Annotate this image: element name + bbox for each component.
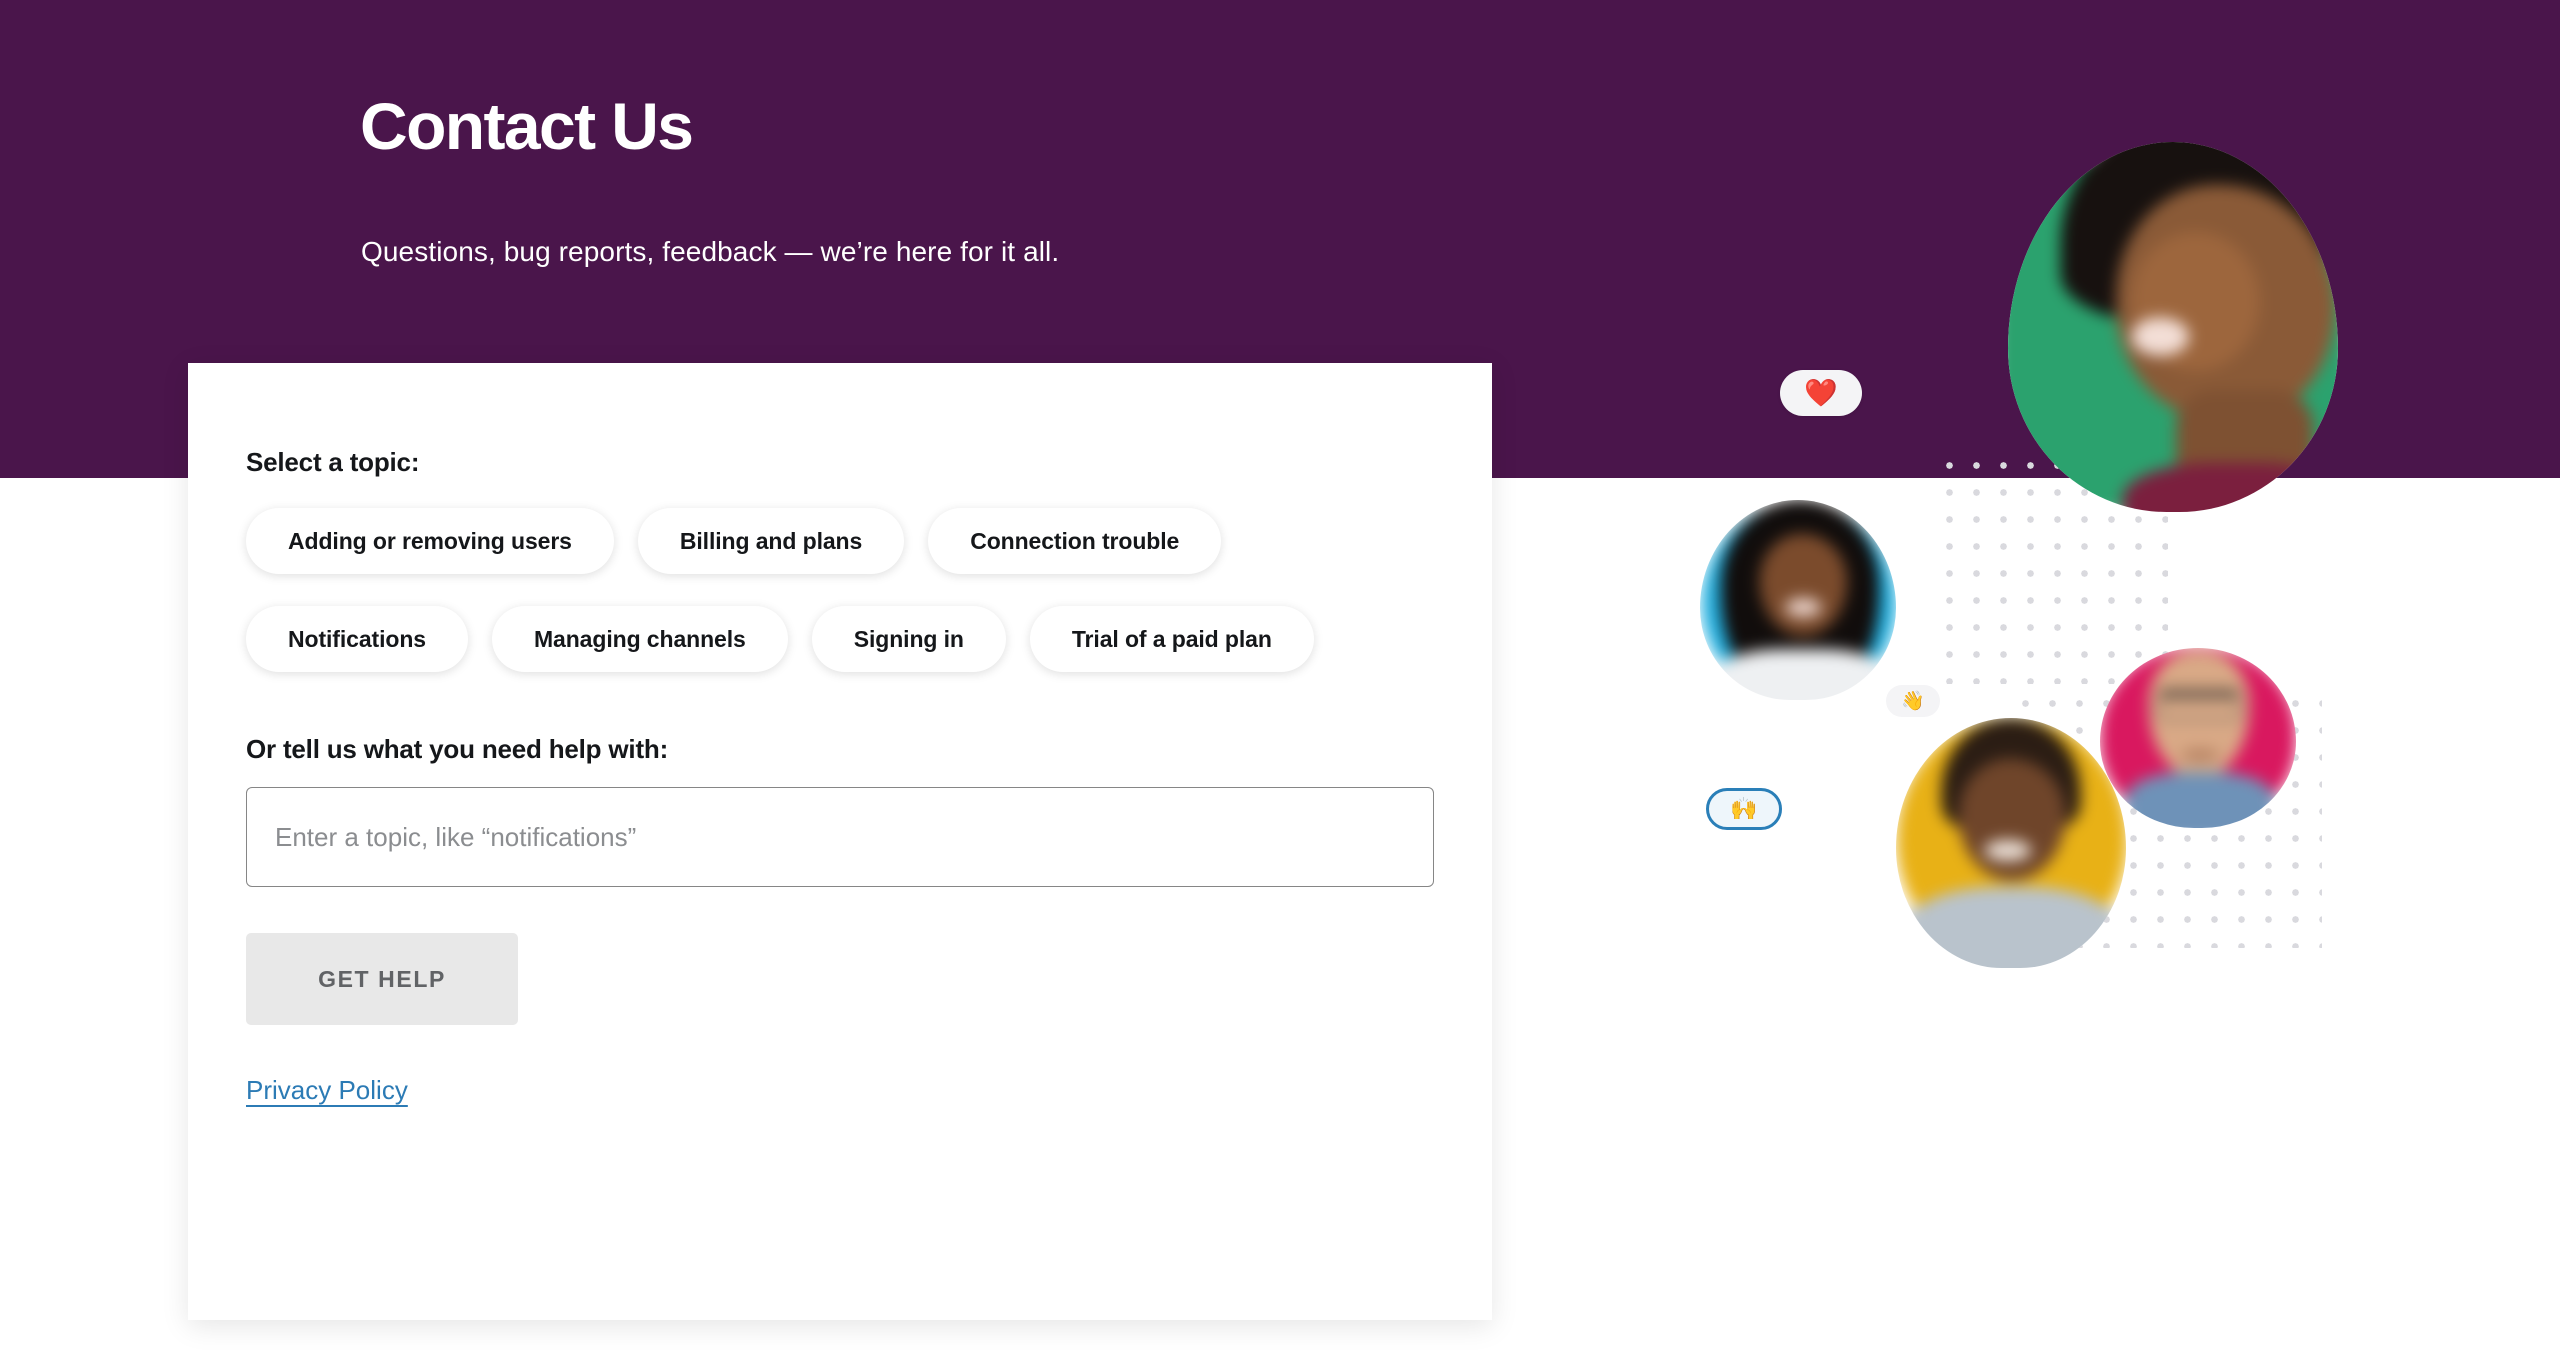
waving-hand-icon: 👋: [1901, 691, 1925, 712]
raising-hands-emoji-reaction: 🙌: [1706, 788, 1782, 830]
topic-search-input[interactable]: [246, 787, 1434, 887]
topic-chip-notifications[interactable]: Notifications: [246, 606, 468, 672]
free-text-label: Or tell us what you need help with:: [246, 734, 669, 764]
wave-emoji-reaction: 👋: [1886, 685, 1940, 717]
raising-hands-icon: 🙌: [1730, 796, 1758, 821]
select-topic-label: Select a topic:: [246, 447, 420, 477]
topic-chip-group: Adding or removing users Billing and pla…: [246, 508, 1406, 704]
avatar-yellow: [1896, 718, 2126, 968]
heart-icon: ❤️: [1804, 378, 1838, 408]
topic-chip-signing-in[interactable]: Signing in: [811, 606, 1006, 672]
avatar-green: [2008, 142, 2338, 512]
topic-chip-managing-channels[interactable]: Managing channels: [491, 606, 788, 672]
hero-illustration: ❤️ 👋 🙌: [1700, 0, 2560, 1010]
page-title: Contact Us: [360, 89, 694, 163]
topic-chip-adding-or-removing-users[interactable]: Adding or removing users: [246, 508, 614, 574]
get-help-button[interactable]: GET HELP: [246, 933, 518, 1025]
page-subtitle: Questions, bug reports, feedback — we’re…: [361, 236, 1060, 267]
topic-chip-billing-and-plans[interactable]: Billing and plans: [637, 508, 905, 574]
avatar-magenta: [2100, 648, 2296, 828]
contact-form-card: Select a topic: Adding or removing users…: [188, 363, 1492, 1320]
heart-emoji-reaction: ❤️: [1780, 370, 1862, 416]
topic-chip-trial-of-a-paid-plan[interactable]: Trial of a paid plan: [1029, 606, 1314, 672]
contact-us-page: ❤️ 👋 🙌 Contact Us Questions, bug reports…: [0, 0, 2560, 1371]
topic-chip-connection-trouble[interactable]: Connection trouble: [928, 508, 1222, 574]
avatar-cyan: [1700, 500, 1896, 700]
privacy-policy-link[interactable]: Privacy Policy: [246, 1075, 408, 1106]
